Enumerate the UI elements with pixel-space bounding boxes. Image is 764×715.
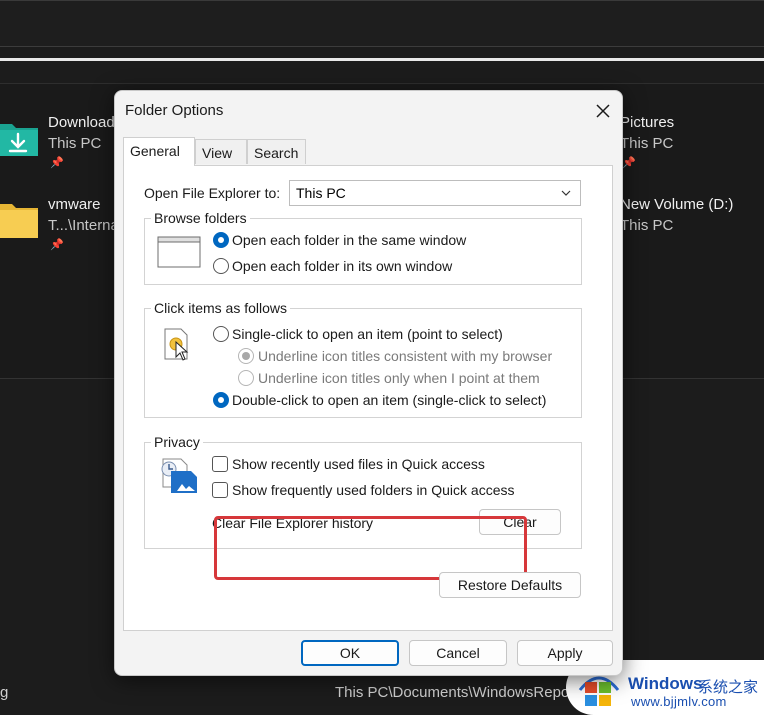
browse-folders-group: Browse folders Open each folder in the s… <box>144 210 582 285</box>
own-window-radio[interactable] <box>213 258 229 274</box>
restore-defaults-button[interactable]: Restore Defaults <box>439 572 581 598</box>
tile-name: Downloads <box>48 114 123 131</box>
radio-label[interactable]: Open each folder in its own window <box>232 258 452 274</box>
single-click-radio[interactable] <box>213 326 229 342</box>
downloads-folder-icon <box>0 124 38 156</box>
chevron-down-icon <box>561 190 571 196</box>
group-title: Browse folders <box>151 210 250 226</box>
privacy-documents-icon <box>161 458 197 493</box>
watermark-url: www.bjjmlv.com <box>631 694 727 709</box>
checkbox-label[interactable]: Show recently used files in Quick access <box>232 456 485 472</box>
divider <box>0 46 764 47</box>
tab-view[interactable]: View <box>195 139 247 164</box>
explorer-toolbar <box>0 0 764 46</box>
tab-general[interactable]: General <box>123 137 195 166</box>
tile-name: vmware <box>48 196 101 213</box>
pin-icon: 📌 <box>622 157 636 169</box>
tile-name: Pictures <box>620 114 675 131</box>
tile-location: T...\Internal <box>48 217 123 234</box>
open-explorer-dropdown[interactable]: This PC <box>289 180 581 206</box>
group-title: Click items as follows <box>151 300 291 316</box>
window-icon <box>157 236 201 268</box>
folder-options-dialog: Folder Options General View Search Open … <box>114 90 623 676</box>
recent-file-path: This PC\Documents\WindowsReport <box>335 684 579 701</box>
dropdown-value: This PC <box>296 185 346 201</box>
radio-label[interactable]: Underline icon titles only when I point … <box>258 370 540 386</box>
underline-browser-radio[interactable] <box>238 348 254 364</box>
apply-button[interactable]: Apply <box>517 640 613 666</box>
tab-search[interactable]: Search <box>247 139 306 164</box>
group-title: Privacy <box>151 434 203 450</box>
radio-label[interactable]: Open each folder in the same window <box>232 232 466 248</box>
underline-point-radio[interactable] <box>238 370 254 386</box>
folder-icon <box>0 204 38 238</box>
cancel-button[interactable]: Cancel <box>409 640 507 666</box>
pointer-click-icon <box>164 328 189 361</box>
ok-button[interactable]: OK <box>301 640 399 666</box>
dialog-title: Folder Options <box>125 102 224 119</box>
double-click-radio[interactable] <box>213 392 229 408</box>
status-text: g <box>0 684 9 701</box>
general-tab-panel: Open File Explorer to: This PC Browse fo… <box>123 165 613 631</box>
recent-files-checkbox[interactable] <box>212 456 228 472</box>
open-explorer-label: Open File Explorer to: <box>144 185 281 201</box>
divider <box>0 58 764 61</box>
frequent-folders-checkbox[interactable] <box>212 482 228 498</box>
tile-name: New Volume (D:) <box>620 196 734 213</box>
radio-label[interactable]: Single-click to open an item (point to s… <box>232 326 503 342</box>
tile-location: This PC <box>620 135 674 152</box>
checkbox-label[interactable]: Show frequently used folders in Quick ac… <box>232 482 514 498</box>
click-items-group: Click items as follows Single-click to o… <box>144 300 582 418</box>
tile-location: This PC <box>48 135 102 152</box>
highlight-box <box>214 516 527 580</box>
same-window-radio[interactable] <box>213 232 229 248</box>
watermark-title: Windows <box>628 674 703 693</box>
pin-icon: 📌 <box>50 239 64 251</box>
close-icon[interactable] <box>591 99 615 123</box>
pin-icon: 📌 <box>50 157 64 169</box>
radio-label[interactable]: Underline icon titles consistent with my… <box>258 348 552 364</box>
radio-label[interactable]: Double-click to open an item (single-cli… <box>232 392 546 408</box>
tile-location: This PC <box>620 217 674 234</box>
